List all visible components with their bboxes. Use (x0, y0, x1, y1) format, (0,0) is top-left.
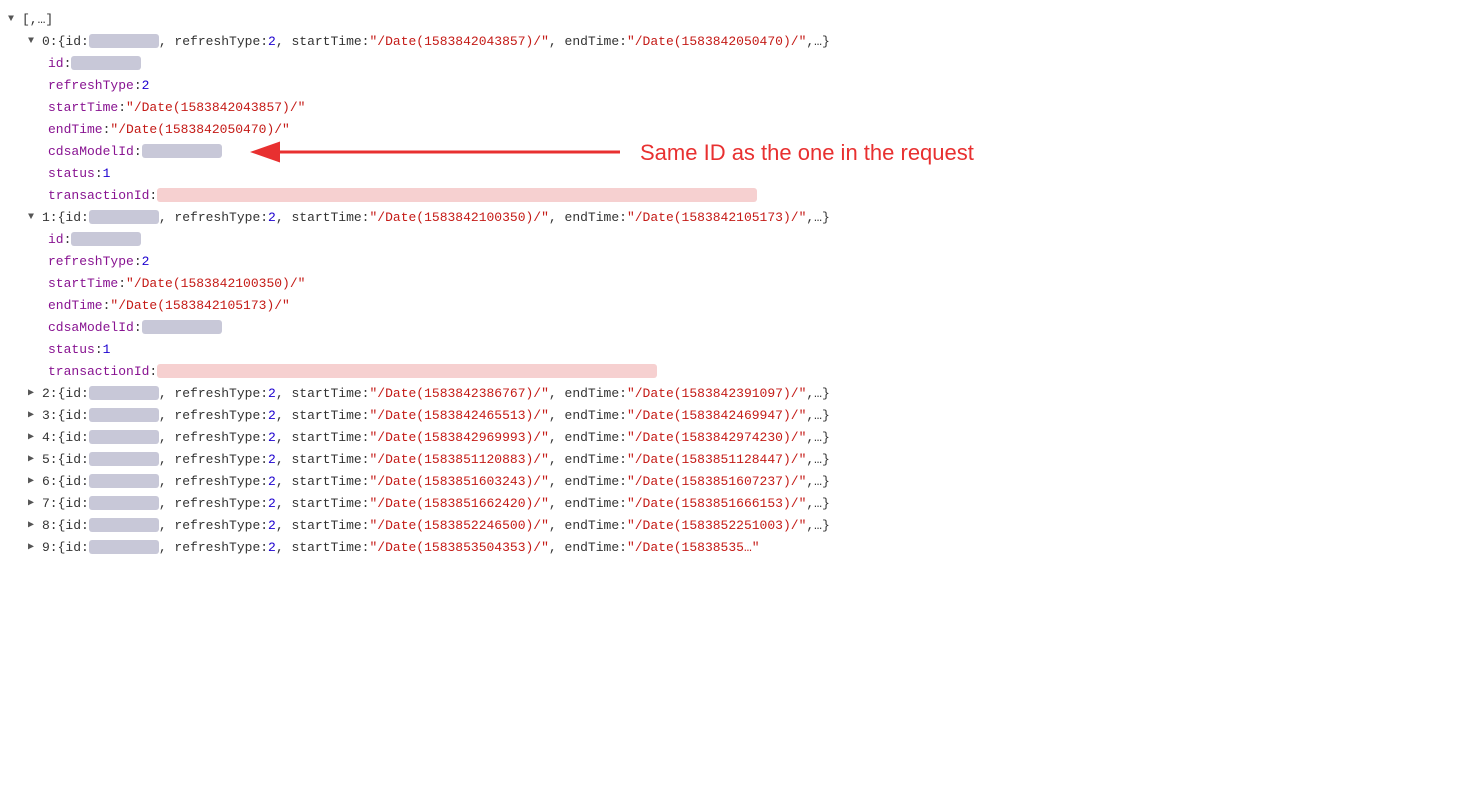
item-9-header: ▶ 9: {id: , refreshType: 2 , startTime: … (0, 536, 1473, 558)
item-7-toggle[interactable]: ▶ (28, 497, 42, 509)
item-1-id-blurred (89, 210, 159, 224)
item-5-toggle[interactable]: ▶ (28, 453, 42, 465)
item-0-field-endtime: endTime : "/Date(1583842050470)/" (0, 118, 1473, 140)
item-0-starttime: "/Date(1583842043857)/" (369, 34, 548, 49)
item-0-field-transactionid: transactionId : (0, 184, 1473, 206)
item-1-field-starttime: startTime : "/Date(1583842100350)/" (0, 272, 1473, 294)
item-0-header: ▼ 0: {id: , refreshType: 2 , startTime: … (0, 30, 1473, 52)
item-0-endtime: "/Date(1583842050470)/" (627, 34, 806, 49)
item-0-toggle[interactable]: ▼ (28, 36, 42, 47)
item-1-field-id: id : (0, 228, 1473, 250)
item-4-header: ▶ 4: {id: , refreshType: 2 , startTime: … (0, 426, 1473, 448)
item-1-id-value (71, 232, 141, 246)
item-5-header: ▶ 5: {id: , refreshType: 2 , startTime: … (0, 448, 1473, 470)
item-2-header: ▶ 2: {id: , refreshType: 2 , startTime: … (0, 382, 1473, 404)
root-array-line: ▼ [,…] (0, 8, 1473, 30)
item-1-transactionid-val (157, 364, 657, 378)
item-8-header: ▶ 8: {id: , refreshType: 2 , startTime: … (0, 514, 1473, 536)
item-0-endtime-val: "/Date(1583842050470)/" (110, 122, 289, 137)
item-4-toggle[interactable]: ▶ (28, 431, 42, 443)
item-1-index: 1: (42, 210, 58, 225)
item-1-field-endtime: endTime : "/Date(1583842105173)/" (0, 294, 1473, 316)
item-0-cdsamodelid-val (142, 144, 222, 158)
item-6-header: ▶ 6: {id: , refreshType: 2 , startTime: … (0, 470, 1473, 492)
item-0-transactionid-val (157, 188, 757, 202)
item-1-cdsamodelid-val (142, 320, 222, 334)
json-viewer: ▼ [,…] ▼ 0: {id: , refreshType: 2 , star… (0, 0, 1473, 566)
item-3-header: ▶ 3: {id: , refreshType: 2 , startTime: … (0, 404, 1473, 426)
item-0-index: 0: (42, 34, 58, 49)
annotation-arrow (270, 130, 630, 174)
root-toggle[interactable]: ▼ (8, 14, 22, 25)
item-0-field-refreshtype: refreshType : 2 (0, 74, 1473, 96)
item-1-field-transactionid: transactionId : (0, 360, 1473, 382)
root-label: [,…] (22, 12, 53, 27)
item-0-field-id: id : (0, 52, 1473, 74)
item-7-header: ▶ 7: {id: , refreshType: 2 , startTime: … (0, 492, 1473, 514)
item-6-toggle[interactable]: ▶ (28, 475, 42, 487)
item-1-header: ▼ 1: {id: , refreshType: 2 , startTime: … (0, 206, 1473, 228)
item-2-toggle[interactable]: ▶ (28, 387, 42, 399)
item-0-refreshtype-val: 2 (142, 78, 150, 93)
item-0-status-val: 1 (103, 166, 111, 181)
item-1-field-cdsamodelid: cdsaModelId : (0, 316, 1473, 338)
item-0-refreshtype: 2 (268, 34, 276, 49)
item-0-id-blurred (89, 34, 159, 48)
annotation-text-label: Same ID as the one in the request (640, 140, 974, 166)
item-0-starttime-val: "/Date(1583842043857)/" (126, 100, 305, 115)
item-0-id-value (71, 56, 141, 70)
item-3-toggle[interactable]: ▶ (28, 409, 42, 421)
item-9-toggle[interactable]: ▶ (28, 541, 42, 553)
item-0-field-starttime: startTime : "/Date(1583842043857)/" (0, 96, 1473, 118)
item-0-field-cdsamodelid: cdsaModelId : Same ID as the one in the … (0, 140, 1473, 162)
item-1-field-status: status : 1 (0, 338, 1473, 360)
item-1-field-refreshtype: refreshType : 2 (0, 250, 1473, 272)
item-1-toggle[interactable]: ▼ (28, 212, 42, 223)
item-8-toggle[interactable]: ▶ (28, 519, 42, 531)
